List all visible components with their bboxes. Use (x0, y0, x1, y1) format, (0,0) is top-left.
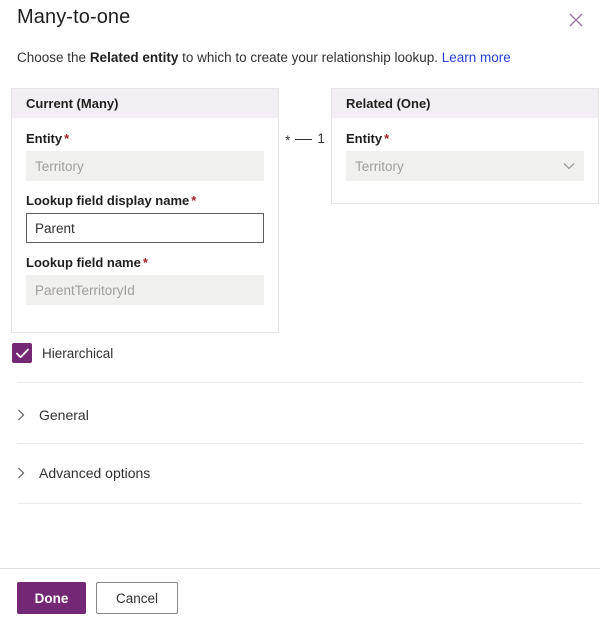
current-entity-card: Current (Many) Entity* Lookup field disp… (11, 88, 279, 333)
subtitle-strong: Related entity (90, 50, 179, 65)
dialog-subtitle: Choose the Related entity to which to cr… (17, 50, 511, 65)
section-general[interactable]: General (17, 398, 583, 432)
hierarchical-label: Hierarchical (42, 346, 113, 361)
related-card-heading: Related (One) (332, 89, 598, 118)
related-entity-label-text: Entity (346, 131, 382, 146)
cancel-button[interactable]: Cancel (96, 582, 178, 614)
related-entity-label: Entity* (346, 131, 584, 146)
lookup-display-name-label-text: Lookup field display name (26, 193, 189, 208)
required-marker: * (62, 131, 69, 146)
cardinality-line-icon (295, 139, 312, 141)
hierarchical-row[interactable]: Hierarchical (12, 343, 113, 363)
cardinality-one: 1 (317, 131, 325, 146)
related-entity-field: Entity* (346, 131, 584, 181)
page-title: Many-to-one (17, 6, 130, 29)
section-advanced-options-label: Advanced options (39, 465, 150, 481)
lookup-field-name-input (26, 275, 264, 305)
current-entity-label: Entity* (26, 131, 264, 146)
learn-more-link[interactable]: Learn more (442, 50, 511, 65)
hierarchical-checkbox[interactable] (12, 343, 32, 363)
checkmark-icon (16, 348, 29, 359)
footer-divider (0, 568, 600, 569)
cardinality-indicator: * 1 (281, 131, 329, 146)
close-button[interactable] (560, 4, 592, 36)
current-card-heading: Current (Many) (12, 89, 278, 118)
many-to-one-dialog: Many-to-one Choose the Related entity to… (0, 0, 600, 621)
lookup-field-name-label-text: Lookup field name (26, 255, 141, 270)
current-entity-label-text: Entity (26, 131, 62, 146)
lookup-display-name-input[interactable] (26, 213, 264, 243)
divider-above-advanced (17, 443, 583, 444)
done-button[interactable]: Done (17, 582, 86, 614)
current-entity-input (26, 151, 264, 181)
related-entity-select-wrap[interactable] (346, 151, 584, 181)
close-icon (569, 13, 583, 27)
lookup-display-name-label: Lookup field display name* (26, 193, 264, 208)
subtitle-text-after: to which to create your relationship loo… (178, 50, 441, 65)
current-entity-field: Entity* (26, 131, 264, 181)
required-marker: * (189, 193, 196, 208)
chevron-right-icon (17, 409, 25, 421)
lookup-field-name-field: Lookup field name* (26, 255, 264, 305)
cardinality-many: * (285, 133, 290, 148)
related-entity-select[interactable] (346, 151, 584, 181)
related-entity-card: Related (One) Entity* (331, 88, 599, 204)
lookup-field-name-label: Lookup field name* (26, 255, 264, 270)
section-advanced-options[interactable]: Advanced options (17, 456, 583, 490)
subtitle-text-before: Choose the (17, 50, 90, 65)
required-marker: * (382, 131, 389, 146)
chevron-right-icon (17, 467, 25, 479)
section-general-label: General (39, 407, 89, 423)
divider-above-general (17, 382, 583, 383)
required-marker: * (141, 255, 148, 270)
current-card-body: Entity* Lookup field display name* Looku… (12, 118, 278, 319)
lookup-display-name-field: Lookup field display name* (26, 193, 264, 243)
divider-below-advanced (17, 503, 583, 504)
related-card-body: Entity* (332, 118, 598, 195)
